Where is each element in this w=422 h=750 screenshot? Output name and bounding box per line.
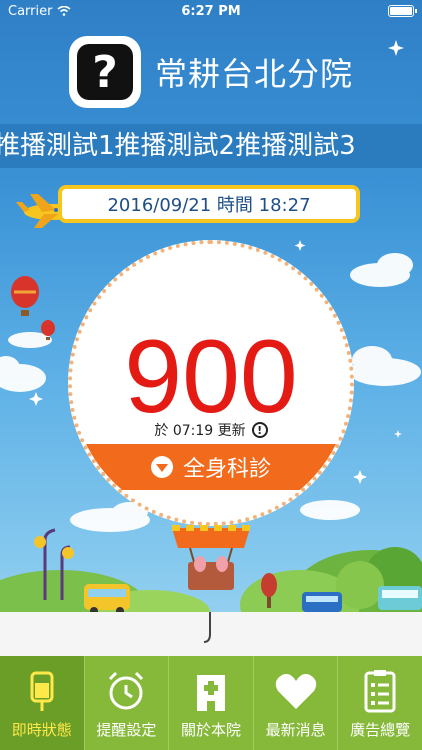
tab-label: 廣告總覽 xyxy=(350,721,411,739)
bottom-tab-bar: 即時狀態 提醒設定 關於本院 最新消息 廣告總覽 xyxy=(0,656,422,750)
heart-icon xyxy=(275,673,316,709)
tab-label: 即時狀態 xyxy=(11,721,72,739)
tab-about-hospital[interactable]: 關於本院 xyxy=(168,656,253,750)
teal-bus-icon xyxy=(378,586,422,610)
ticker-text: 推播測試1推播測試2推播測試3 xyxy=(0,131,356,161)
department-selector[interactable]: 全身科診 xyxy=(72,444,350,490)
small-balloon-icon xyxy=(11,276,39,316)
question-mark-icon: ? xyxy=(76,44,133,100)
queue-number: 900 xyxy=(124,319,298,435)
hospital-icon xyxy=(196,675,225,711)
hook-icon xyxy=(203,612,211,643)
tab-ads-overview[interactable]: 廣告總覽 xyxy=(337,656,422,750)
queue-balloon: 900 於 07:19 更新 ! 全身科診 xyxy=(68,240,354,526)
help-button[interactable]: ? xyxy=(68,36,141,108)
app-header: ? 常耕台北分院 xyxy=(0,22,422,122)
date-time-display: 2016/09/21 時間 18:27 xyxy=(58,185,360,223)
checklist-icon xyxy=(364,670,396,713)
department-label: 全身科診 xyxy=(182,457,271,482)
alarm-clock-icon xyxy=(109,671,144,710)
info-icon[interactable]: ! xyxy=(251,422,268,438)
battery-icon xyxy=(388,5,417,17)
blue-bus-icon xyxy=(302,592,342,612)
tab-label: 關於本院 xyxy=(180,721,241,739)
tab-label: 最新消息 xyxy=(265,721,326,739)
push-notification-ticker: 推播測試1推播測試2推播測試3 xyxy=(0,124,422,168)
update-info: 於 07:19 更新 ! xyxy=(72,420,350,440)
tab-label: 提醒設定 xyxy=(96,721,157,739)
iv-bag-icon xyxy=(30,671,54,711)
tab-realtime-status[interactable]: 即時狀態 xyxy=(0,656,84,750)
tab-latest-news[interactable]: 最新消息 xyxy=(252,656,338,750)
dropdown-arrow-icon xyxy=(150,456,173,478)
status-bar: Carrier 6:27 PM xyxy=(0,0,422,22)
tab-reminder-settings[interactable]: 提醒設定 xyxy=(83,656,169,750)
hospital-title: 常耕台北分院 xyxy=(154,55,353,93)
balloon-basket-icon xyxy=(172,525,250,590)
status-time: 6:27 PM xyxy=(181,3,241,19)
update-time-text: 於 07:19 更新 xyxy=(154,423,246,439)
